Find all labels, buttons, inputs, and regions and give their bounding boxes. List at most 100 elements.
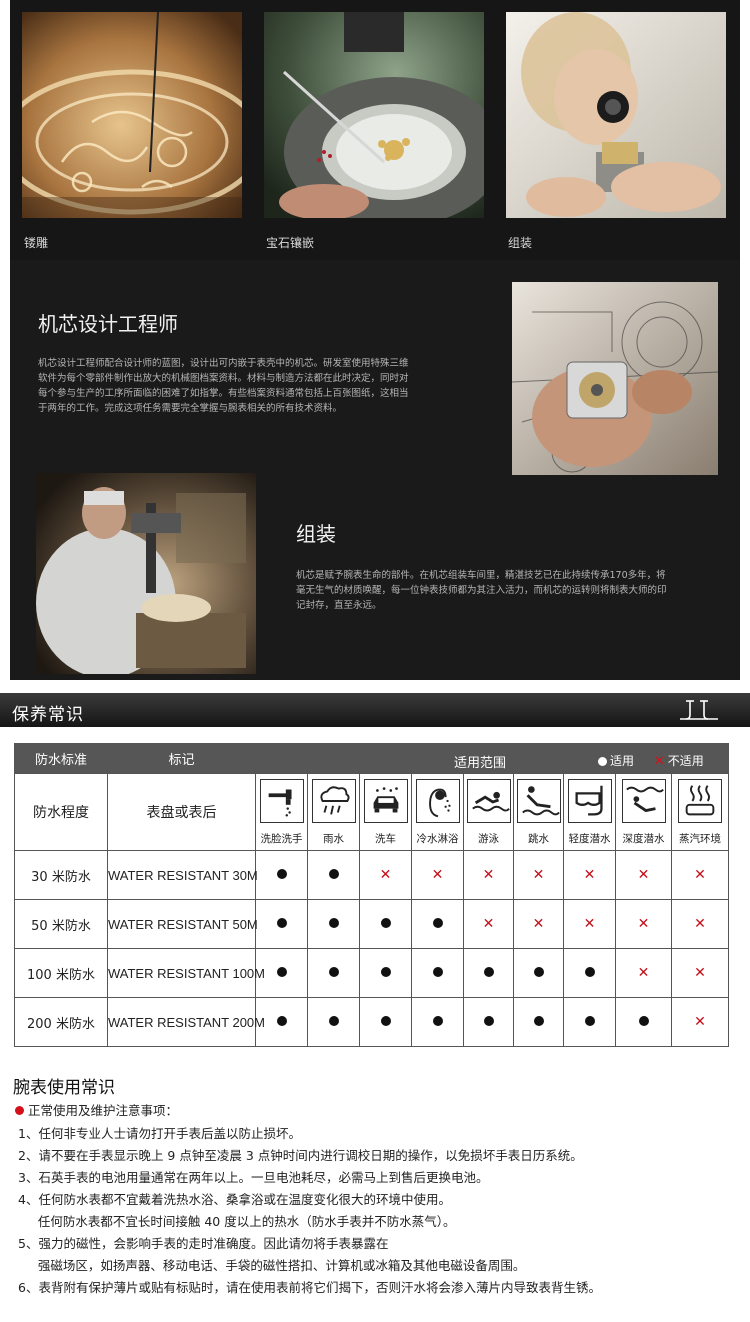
row-label-degree: 防水程度: [14, 773, 108, 851]
suitability-cell: ✕: [513, 899, 564, 949]
suitable-dot-icon: [276, 966, 287, 977]
red-bullet-icon: [15, 1106, 24, 1115]
unsuitable-x-icon: ✕: [482, 916, 495, 932]
activity-label: 蒸汽环境: [679, 832, 721, 845]
suitability-cell: ✕: [463, 850, 514, 900]
suitability-cell: ✕: [463, 899, 514, 949]
suitability-cell: [359, 997, 412, 1047]
suitability-cell: ✕: [615, 948, 672, 998]
assembly-title: 组装: [296, 522, 336, 546]
unsuitable-x-icon: ✕: [694, 965, 706, 981]
assembly-line: 毫无生气的材质唤醒，每一位钟表技师都为其注入活力，而机芯的运转则将制表大师的印: [296, 585, 667, 596]
suitable-dot-icon: [533, 966, 544, 977]
care-title: 保养常识: [12, 705, 84, 725]
usage-note: 5、强力的磁性，会影响手表的走时准确度。因此请勿将手表暴露在: [18, 1236, 389, 1251]
engraving-photo: [22, 12, 242, 218]
table-row: 50 米防水 WATER RESISTANT 50M ✕ ✕ ✕ ✕ ✕: [14, 899, 730, 949]
designer-description: 机芯设计工程师配合设计师的蓝图，设计出可内嵌于表壳中的机芯。研发室使用特殊三维 …: [38, 356, 468, 416]
activity-steam: 蒸汽环境: [670, 773, 730, 851]
unsuitable-x-icon: ✕: [532, 867, 545, 883]
care-header-bar: 保养常识: [0, 693, 750, 727]
resistance-level: 30 米防水: [14, 850, 108, 900]
suitable-dot-icon: [483, 1015, 494, 1026]
suitability-cell: [255, 850, 308, 900]
diving-icon: [516, 778, 561, 823]
suitable-dot-icon: [380, 966, 391, 977]
suitable-dot-icon: [328, 966, 339, 977]
shower-icon: [415, 778, 460, 823]
engraving-caption: 镂雕: [24, 236, 49, 250]
suitability-cell: [255, 899, 308, 949]
water-resistance-table: 防水标准 标记 适用范围 适用 ✕ 不适用 防水程度 表盘或表后 洗脸洗手 雨水…: [14, 743, 730, 1047]
activity-label: 跳水: [528, 832, 549, 845]
unsuitable-x-icon: ✕: [532, 916, 545, 932]
suitability-cell: [359, 948, 412, 998]
table-row: 100 米防水 WATER RESISTANT 100M ✕ ✕: [14, 948, 730, 998]
activity-label: 雨水: [323, 832, 344, 845]
usage-note: 强磁场区，如扬声器、移动电话、手袋的磁性搭扣、计算机或冰箱及其他电磁设备周围。: [18, 1258, 526, 1273]
table-row: 200 米防水 WATER RESISTANT 200M ✕: [14, 997, 730, 1047]
designer-line: 机芯设计工程师配合设计师的蓝图，设计出可内嵌于表壳中的机芯。研发室使用特殊三维: [38, 358, 409, 369]
suitability-cell: ✕: [615, 850, 672, 900]
assembly-line: 记封存，直至永远。: [296, 600, 382, 611]
designer-line: 于两年的工作。完成这项任务需要完全掌握与腕表相关的所有技术资料。: [38, 403, 343, 414]
header-scope: 适用范围 适用 ✕ 不适用: [254, 743, 730, 774]
resistance-marking: WATER RESISTANT 100M: [107, 948, 265, 998]
suitable-dot-icon: [483, 966, 494, 977]
resistance-level: 50 米防水: [14, 899, 108, 949]
suitability-cell: ✕: [563, 899, 616, 949]
usage-subtitle-text: 正常使用及维护注意事项：: [28, 1103, 179, 1118]
header-marking: 标记: [107, 743, 256, 774]
suitable-dot-icon: [584, 1015, 595, 1026]
resistance-level: 100 米防水: [14, 948, 108, 998]
suitable-dot-icon: [533, 1015, 544, 1026]
suitable-dot-icon: [638, 1015, 649, 1026]
activity-swimming: 游泳: [463, 773, 514, 851]
activity-rain: 雨水: [307, 773, 360, 851]
unsuitable-x-icon: ✕: [431, 867, 444, 883]
suitability-cell: [563, 948, 616, 998]
activity-deep-dive: 深度潜水: [615, 773, 672, 851]
assembly-description: 机芯是赋予腕表生命的部件。在机芯组装车间里，精湛技艺已在此持续传承170多年，将…: [296, 568, 726, 613]
unsuitable-x-icon: ✕: [694, 1014, 706, 1030]
movement-story-section: 机芯设计工程师 机芯设计工程师配合设计师的蓝图，设计出可内嵌于表壳中的机芯。研发…: [10, 260, 740, 680]
faucet-icon: [259, 778, 304, 823]
header-scope-label: 适用范围: [454, 756, 507, 771]
activity-label: 深度潜水: [622, 832, 665, 845]
activity-label: 冷水淋浴: [416, 832, 459, 845]
resistance-marking: WATER RESISTANT 50M: [107, 899, 258, 949]
usage-note: 4、任何防水表都不宜戴着洗热水浴、桑拿浴或在温度变化很大的环境中使用。: [18, 1192, 451, 1207]
unsuitable-x-icon: ✕: [637, 916, 650, 932]
header-standard: 防水标准: [14, 743, 108, 774]
suitability-cell: [463, 948, 514, 998]
suitable-dot-icon: [432, 966, 443, 977]
gem-setting-photo: [264, 12, 484, 218]
usage-note: 1、任何非专业人士请勿打开手表后盖以防止损坏。: [18, 1126, 301, 1141]
activity-label: 游泳: [478, 832, 499, 845]
suitability-cell: ✕: [359, 850, 412, 900]
suitable-dot-icon: [276, 1015, 287, 1026]
assembly-caption: 组装: [508, 236, 533, 250]
gem-setting-caption: 宝石镶嵌: [266, 236, 315, 250]
suitable-dot-icon: [432, 917, 443, 928]
unsuitable-x-icon: ✕: [637, 867, 650, 883]
movement-drawing-photo: [512, 282, 718, 475]
usage-note: 2、请不要在手表显示晚上 9 点钟至凌晨 3 点钟时间内进行调校日期的操作，以免…: [18, 1148, 583, 1163]
assembly-photo: [506, 12, 726, 218]
row-label-marking: 表盘或表后: [107, 773, 256, 851]
suitability-cell: ✕: [670, 850, 730, 900]
resistance-marking: WATER RESISTANT 200M: [107, 997, 265, 1047]
suitable-dot-icon: [584, 966, 595, 977]
unsuitable-x-icon: ✕: [583, 867, 596, 883]
unsuitable-x-icon: ✕: [482, 867, 495, 883]
suitability-cell: [563, 997, 616, 1047]
suitable-dot-icon: [276, 868, 287, 879]
unsuitable-x-icon: ✕: [694, 867, 706, 883]
legend-yes-label: 适用: [610, 754, 635, 768]
legend-dot-icon: [598, 757, 607, 766]
suitability-cell: ✕: [411, 850, 464, 900]
activity-snorkel: 轻度潜水: [563, 773, 616, 851]
water-resistance-rows: 30 米防水 WATER RESISTANT 30M ✕ ✕ ✕ ✕ ✕ ✕ ✕ 50 米防水 WA…: [14, 850, 730, 1047]
activity-label: 轻度潜水: [568, 832, 611, 845]
craft-gallery: 镂雕 宝石镶嵌 组装: [10, 0, 740, 260]
